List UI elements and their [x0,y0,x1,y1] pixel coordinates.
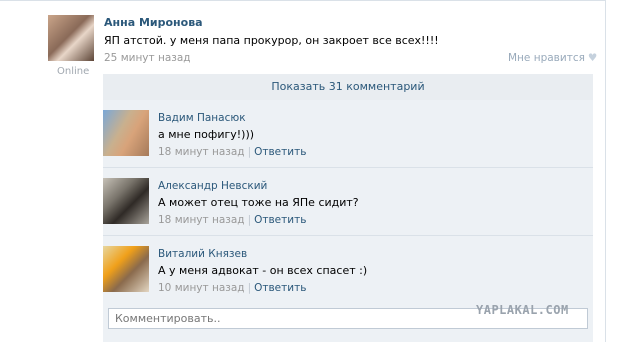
post-author-avatar[interactable] [48,15,94,61]
post-text: ЯП атстой. у меня папа прокурор, он закр… [104,34,439,47]
heart-icon: ♥ [587,52,598,64]
comment-timestamp[interactable]: 18 минут назад [158,146,245,158]
reply-link[interactable]: Ответить [254,146,306,158]
comment-author-name[interactable]: Александр Невский [158,180,267,192]
comment-author-avatar[interactable] [103,246,149,292]
comment-item: Вадим Панасюк а мне пофигу!))) 18 минут … [103,100,593,167]
like-label: Мне нравится [508,52,585,64]
reply-link[interactable]: Ответить [254,282,306,294]
comment-text: А может отец тоже на ЯПе сидит? [158,196,359,209]
show-comments-button[interactable]: Показать 31 комментарий [103,74,593,100]
online-status: Online [57,66,90,77]
comment-author-name[interactable]: Виталий Князев [158,248,247,260]
meta-separator: | [247,146,252,158]
meta-separator: | [247,282,252,294]
comment-author-avatar[interactable] [103,110,149,156]
comment-meta: 18 минут назад | Ответить [158,146,306,158]
comment-meta: 10 минут назад | Ответить [158,282,306,294]
post-timestamp[interactable]: 25 минут назад [104,52,191,64]
comment-timestamp[interactable]: 18 минут назад [158,214,245,226]
like-button[interactable]: Мне нравится ♥ [508,52,597,64]
comment-meta: 18 минут назад | Ответить [158,214,306,226]
comment-text: а мне пофигу!))) [158,128,255,141]
comment-text: А у меня адвокат - он всех спасет :) [158,264,368,277]
meta-separator: | [247,214,252,226]
reply-link[interactable]: Ответить [254,214,306,226]
comment-author-name[interactable]: Вадим Панасюк [158,112,246,124]
post-author-name[interactable]: Анна Миронова [104,16,203,29]
watermark-logo: YAPLAKAL.COM [476,303,569,317]
comment-timestamp[interactable]: 10 минут назад [158,282,245,294]
comment-item: Александр Невский А может отец тоже на Я… [103,168,593,235]
comment-item: Виталий Князев А у меня адвокат - он все… [103,236,593,303]
comment-author-avatar[interactable] [103,178,149,224]
